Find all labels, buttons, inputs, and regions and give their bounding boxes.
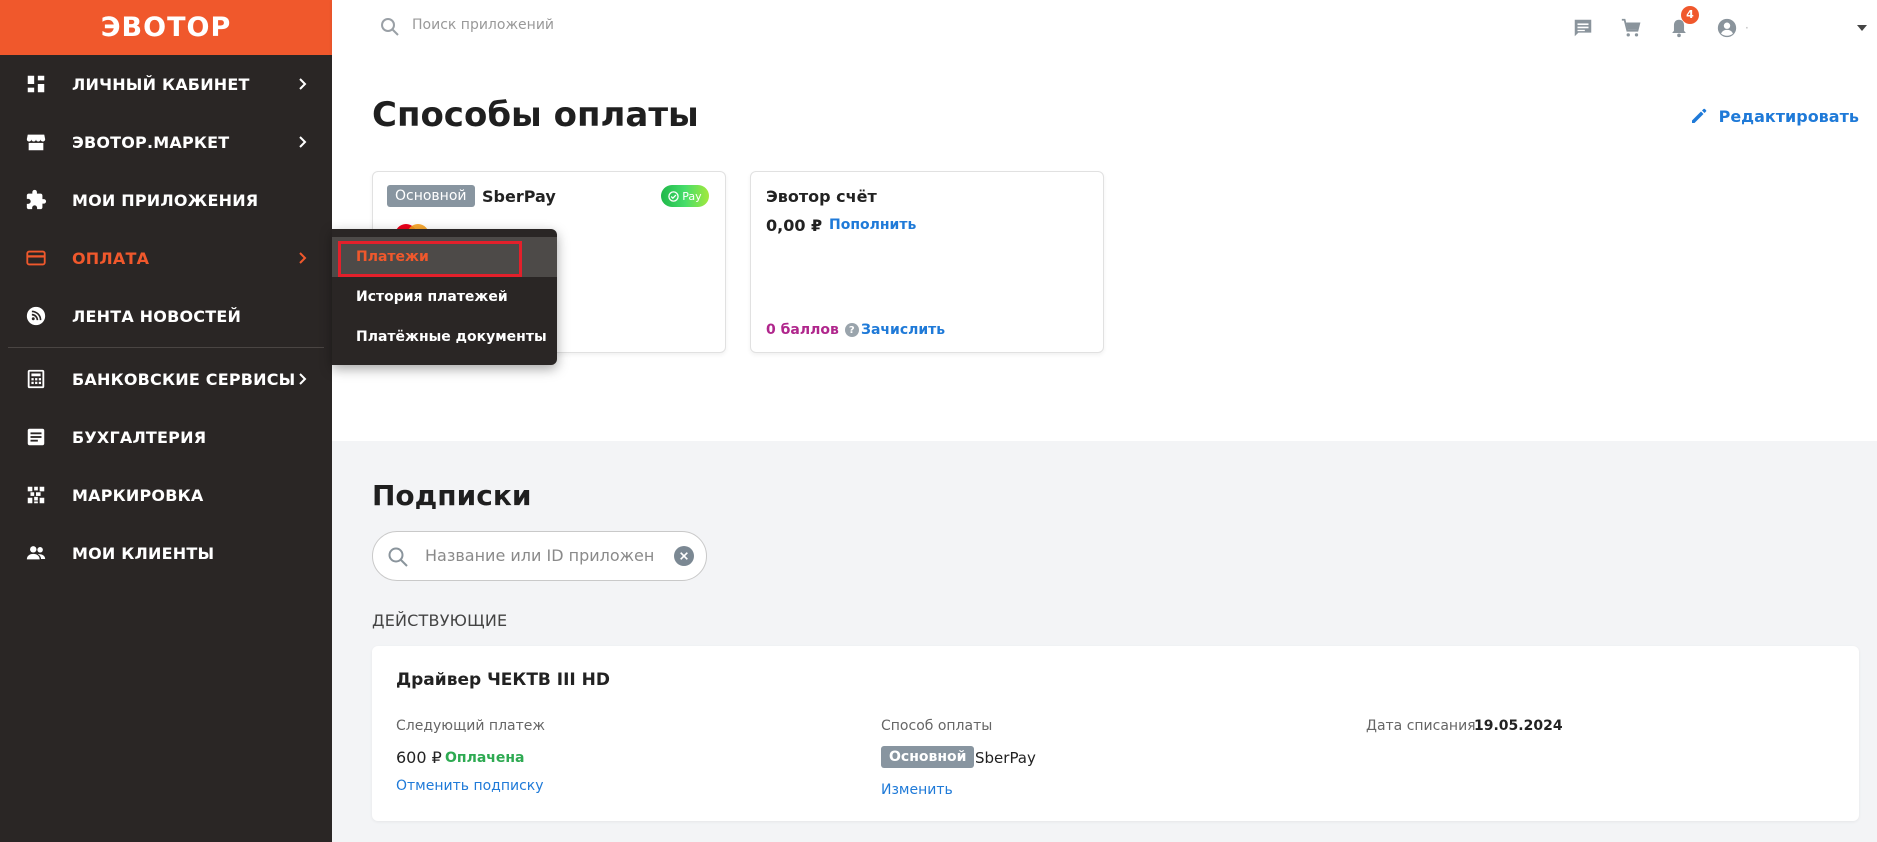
sidebar-item-payment[interactable]: ОПЛАТА bbox=[0, 229, 332, 287]
store-icon bbox=[24, 130, 48, 154]
next-payment-label: Следующий платеж bbox=[396, 718, 545, 734]
notification-count-badge: 4 bbox=[1681, 5, 1699, 24]
primary-tag: Основной bbox=[387, 185, 475, 207]
top-bar: 4 · bbox=[332, 0, 1877, 55]
page-title: Способы оплаты bbox=[372, 95, 699, 135]
sidebar: ЭВОТОР ЛИЧНЫЙ КАБИНЕТ ЭВОТОР.МАРКЕТ МОИ … bbox=[0, 0, 332, 842]
sidebar-divider bbox=[8, 347, 324, 348]
sidebar-item-label: ЛИЧНЫЙ КАБИНЕТ bbox=[72, 74, 250, 94]
chevron-right-icon bbox=[299, 252, 307, 264]
dashboard-icon bbox=[24, 72, 48, 96]
debit-date: 19.05.2024 bbox=[1474, 718, 1563, 734]
qr-code-icon bbox=[24, 483, 48, 507]
subscription-search-input[interactable] bbox=[425, 546, 655, 565]
submenu-item-payment-documents[interactable]: Платёжные документы bbox=[332, 317, 557, 357]
sidebar-item-accounting[interactable]: БУХГАЛТЕРИЯ bbox=[0, 408, 332, 466]
sidebar-item-marking[interactable]: МАРКИРОВКА bbox=[0, 466, 332, 524]
sidebar-item-my-apps[interactable]: МОИ ПРИЛОЖЕНИЯ bbox=[0, 171, 332, 229]
app-search-input[interactable] bbox=[412, 17, 812, 33]
subscription-search bbox=[372, 531, 707, 581]
subscriptions-section: Подписки ДЕЙСТВУЮЩИЕ Драйвер ЧЕКТВ III H… bbox=[332, 441, 1877, 842]
sidebar-item-bank-services[interactable]: БАНКОВСКИЕ СЕРВИСЫ bbox=[0, 350, 332, 408]
chevron-right-icon bbox=[299, 373, 307, 385]
sidebar-item-news-feed[interactable]: ЛЕНТА НОВОСТЕЙ bbox=[0, 287, 332, 345]
people-icon bbox=[24, 541, 48, 565]
payment-method-name: SberPay bbox=[482, 187, 556, 206]
edit-button[interactable]: Редактировать bbox=[1689, 106, 1859, 126]
search-icon bbox=[388, 547, 408, 567]
user-avatar-icon[interactable] bbox=[1715, 16, 1739, 40]
top-icons: 4 · bbox=[1547, 0, 1877, 55]
primary-tag: Основной bbox=[881, 746, 975, 768]
sidebar-item-label: МАРКИРОВКА bbox=[72, 485, 204, 505]
chat-icon[interactable] bbox=[1571, 16, 1595, 40]
cart-icon[interactable] bbox=[1619, 16, 1643, 40]
sidebar-item-label: МОИ ПРИЛОЖЕНИЯ bbox=[72, 190, 259, 210]
rss-icon bbox=[24, 304, 48, 328]
sidebar-item-label: ОПЛАТА bbox=[72, 248, 150, 268]
help-icon[interactable]: ? bbox=[844, 323, 859, 337]
payment-submenu: Платежи История платежей Платёжные докум… bbox=[332, 229, 557, 365]
submenu-item-payment-history[interactable]: История платежей bbox=[332, 277, 557, 317]
payment-status: Оплачена bbox=[445, 750, 525, 766]
sidebar-item-label: БУХГАЛТЕРИЯ bbox=[72, 427, 207, 447]
next-payment-amount: 600 ₽ bbox=[396, 748, 442, 767]
active-subscriptions-label: ДЕЙСТВУЮЩИЕ bbox=[372, 611, 508, 630]
submenu-item-payments[interactable]: Платежи bbox=[332, 237, 557, 277]
sberpay-logo: Pay bbox=[661, 185, 709, 207]
debit-date-label: Дата списания bbox=[1366, 718, 1476, 734]
pencil-icon bbox=[1691, 108, 1706, 123]
sidebar-item-personal-cabinet[interactable]: ЛИЧНЫЙ КАБИНЕТ bbox=[0, 55, 332, 113]
bonus-points-value: 0 баллов bbox=[766, 322, 839, 338]
bonus-points: 0 баллов ? bbox=[766, 322, 859, 338]
notifications-bell-icon[interactable]: 4 bbox=[1667, 5, 1699, 40]
ledger-icon bbox=[24, 425, 48, 449]
payment-method-name: SberPay bbox=[975, 749, 1036, 767]
subscriptions-title: Подписки bbox=[372, 479, 532, 512]
evotor-account-card: Эвотор счёт 0,00 ₽ Пополнить 0 баллов ? … bbox=[750, 171, 1104, 353]
subscription-card: Драйвер ЧЕКТВ III HD Следующий платеж 60… bbox=[372, 646, 1859, 821]
main-content: Способы оплаты Редактировать Основной Sb… bbox=[332, 55, 1877, 842]
top-up-link[interactable]: Пополнить bbox=[829, 217, 916, 233]
credit-link[interactable]: Зачислить bbox=[861, 322, 945, 338]
sidebar-item-label: ЛЕНТА НОВОСТЕЙ bbox=[72, 306, 242, 326]
payment-methods-section: Способы оплаты Редактировать Основной Sb… bbox=[332, 55, 1877, 441]
credit-card-icon bbox=[24, 246, 48, 270]
caret-down-icon[interactable] bbox=[1855, 21, 1869, 35]
sidebar-item-label: МОИ КЛИЕНТЫ bbox=[72, 543, 215, 563]
puzzle-icon bbox=[24, 188, 48, 212]
sidebar-item-label: БАНКОВСКИЕ СЕРВИСЫ bbox=[72, 369, 296, 389]
bank-icon bbox=[24, 367, 48, 391]
pay-badge-label: Pay bbox=[682, 189, 702, 203]
change-payment-method-link[interactable]: Изменить bbox=[881, 782, 953, 798]
search-icon bbox=[381, 18, 399, 36]
user-name[interactable]: · bbox=[1745, 21, 1855, 35]
account-balance: 0,00 ₽ bbox=[766, 216, 823, 235]
chevron-right-icon bbox=[299, 136, 307, 148]
edit-label: Редактировать bbox=[1718, 106, 1859, 126]
sidebar-item-my-clients[interactable]: МОИ КЛИЕНТЫ bbox=[0, 524, 332, 582]
subscription-name: Драйвер ЧЕКТВ III HD bbox=[396, 670, 611, 690]
clear-search-icon[interactable] bbox=[674, 546, 694, 566]
chevron-right-icon bbox=[299, 78, 307, 90]
account-title: Эвотор счёт bbox=[766, 187, 877, 206]
payment-method-label: Способ оплаты bbox=[881, 718, 993, 734]
sidebar-item-label: ЭВОТОР.МАРКЕТ bbox=[72, 132, 230, 152]
sidebar-nav: ЛИЧНЫЙ КАБИНЕТ ЭВОТОР.МАРКЕТ МОИ ПРИЛОЖЕ… bbox=[0, 55, 332, 582]
sidebar-item-market[interactable]: ЭВОТОР.МАРКЕТ bbox=[0, 113, 332, 171]
cancel-subscription-link[interactable]: Отменить подписку bbox=[396, 778, 544, 794]
evotor-logo[interactable]: ЭВОТОР bbox=[101, 12, 232, 43]
logo-bar[interactable]: ЭВОТОР bbox=[0, 0, 332, 55]
